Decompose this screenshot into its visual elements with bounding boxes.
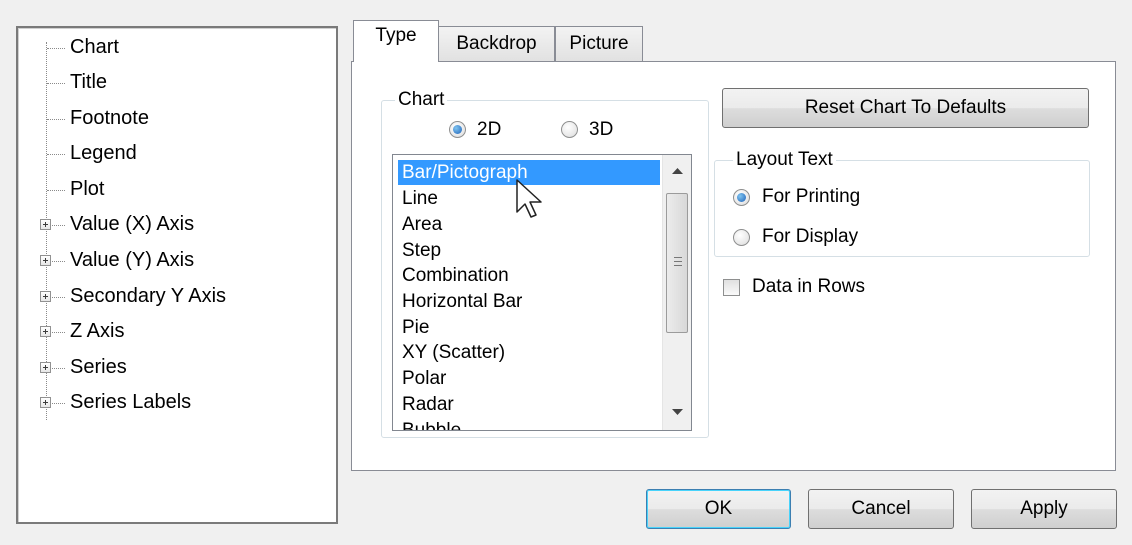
data-in-rows-checkbox[interactable] xyxy=(723,279,740,296)
radio-for-printing[interactable] xyxy=(733,189,750,206)
list-item[interactable]: Polar xyxy=(398,366,660,391)
tree-item-label: Z Axis xyxy=(70,320,125,342)
scroll-down-arrow-icon[interactable] xyxy=(671,408,684,416)
scroll-up-arrow-icon[interactable] xyxy=(671,167,684,175)
tree-item-label: Value (X) Axis xyxy=(70,213,195,235)
list-item[interactable]: XY (Scatter) xyxy=(398,340,660,365)
tree-item-label: Secondary Y Axis xyxy=(70,285,227,307)
tree-item-label: Plot xyxy=(70,178,105,200)
tab-backdrop[interactable]: Backdrop xyxy=(438,26,555,62)
mouse-pointer-icon xyxy=(516,179,542,218)
layout-text-group-legend: Layout Text xyxy=(733,149,836,171)
data-in-rows-label: Data in Rows xyxy=(752,276,865,297)
radio-for-printing-label: For Printing xyxy=(762,186,861,207)
expand-plus-icon[interactable] xyxy=(40,362,51,373)
expand-plus-icon[interactable] xyxy=(40,397,51,408)
radio-3d[interactable] xyxy=(561,121,578,138)
expand-plus-icon[interactable] xyxy=(40,291,51,302)
tab-picture[interactable]: Picture xyxy=(555,26,643,62)
tab-label: Picture xyxy=(569,33,629,54)
list-item[interactable]: Radar xyxy=(398,392,660,417)
expand-plus-icon[interactable] xyxy=(40,326,51,337)
radio-2d-label: 2D xyxy=(477,119,502,140)
listbox-scrollbar[interactable] xyxy=(662,155,691,430)
expand-plus-icon[interactable] xyxy=(40,219,51,230)
tab-label: Type xyxy=(375,25,417,46)
ok-button[interactable]: OK xyxy=(646,489,791,529)
tree-item-label: Title xyxy=(70,71,108,93)
cancel-button[interactable]: Cancel xyxy=(808,489,954,529)
radio-2d[interactable] xyxy=(449,121,466,138)
tree-item-label: Chart xyxy=(70,36,119,58)
chart-group-legend: Chart xyxy=(395,89,448,111)
list-item[interactable]: Step xyxy=(398,238,660,263)
tree-item-label: Value (Y) Axis xyxy=(70,249,195,271)
expand-plus-icon[interactable] xyxy=(40,255,51,266)
list-item[interactable]: Pie xyxy=(398,315,660,340)
list-item[interactable]: Horizontal Bar xyxy=(398,289,660,314)
scroll-thumb[interactable] xyxy=(666,193,688,333)
chart-properties-tree[interactable]: Chart Title Footnote Legend Plot Value (… xyxy=(16,26,338,524)
radio-3d-label: 3D xyxy=(589,119,614,140)
tree-item-label: Series xyxy=(70,356,127,378)
reset-chart-button[interactable]: Reset Chart To Defaults xyxy=(722,88,1089,128)
radio-for-display-label: For Display xyxy=(762,226,859,247)
list-item[interactable]: Combination xyxy=(398,263,660,288)
tree-item-label: Series Labels xyxy=(70,391,192,413)
tab-label: Backdrop xyxy=(456,33,537,54)
tree-item-label: Legend xyxy=(70,142,137,164)
list-item[interactable]: Bubble xyxy=(398,418,660,430)
radio-for-display[interactable] xyxy=(733,229,750,246)
apply-button[interactable]: Apply xyxy=(971,489,1117,529)
tab-type[interactable]: Type xyxy=(353,20,439,62)
tree-item-label: Footnote xyxy=(70,107,149,129)
